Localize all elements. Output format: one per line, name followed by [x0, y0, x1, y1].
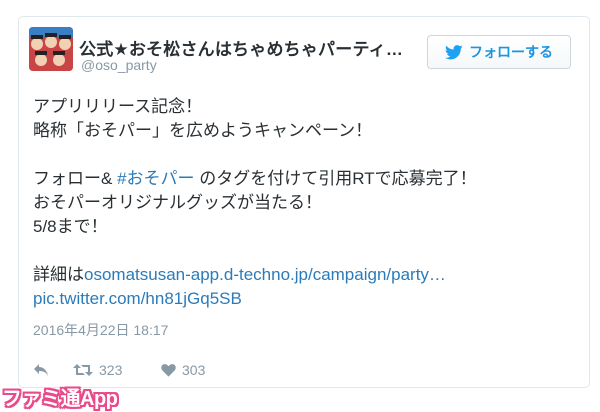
famitsu-app-watermark: ファミ通App: [2, 382, 118, 410]
tweet-text-segment: のタグを付けて引用RTで応募完了！: [194, 169, 477, 188]
follow-button[interactable]: フォローする: [427, 35, 571, 69]
tweet-timestamp[interactable]: 2016年4月22日 18:17: [33, 320, 168, 340]
retweet-icon: [73, 364, 93, 376]
avatar-image: [29, 27, 73, 71]
tweet-line: フォロー& #おそパー のタグを付けて引用RTで応募完了！: [33, 167, 573, 191]
reply-button[interactable]: [33, 363, 73, 377]
tweet-line: pic.twitter.com/hn81jGq5SB: [33, 287, 573, 311]
tweet-line: アプリリリース記念！: [33, 97, 203, 116]
tweet-text-segment: 詳細は: [33, 265, 84, 284]
retweet-button[interactable]: 323: [73, 362, 161, 378]
page: 公式★おそ松さんはちゃめちゃパーティ… @oso_party フォローする アプ…: [0, 0, 600, 412]
watermark-text: ファミ通App: [2, 387, 118, 410]
tweet-line: 5/8まで！: [33, 217, 108, 236]
tweet-card: 公式★おそ松さんはちゃめちゃパーティ… @oso_party フォローする アプ…: [18, 16, 590, 388]
pic-twitter-link[interactable]: pic.twitter.com/hn81jGq5SB: [33, 289, 242, 308]
user-handle[interactable]: @oso_party: [81, 57, 157, 73]
tweet-actions: 323 303: [33, 359, 205, 381]
retweet-count: 323: [99, 362, 123, 378]
like-count: 303: [182, 362, 206, 378]
tweet-line: 詳細はosomatsusan-app.d-techno.jp/campaign/…: [33, 263, 573, 287]
tweet-text-segment: フォロー&: [33, 169, 118, 188]
heart-icon: [161, 364, 176, 377]
tweet-line: おそパーオリジナルグッズが当たる！: [33, 193, 322, 212]
tweet-text: アプリリリース記念！ 略称「おそパー」を広めようキャンペーン！ フォロー& #お…: [33, 95, 573, 311]
tweet-line: 略称「おそパー」を広めようキャンペーン！: [33, 121, 373, 140]
like-button[interactable]: 303: [161, 362, 205, 378]
hashtag-link[interactable]: #おそパー: [117, 169, 194, 188]
campaign-url-link[interactable]: osomatsusan-app.d-techno.jp/campaign/par…: [84, 265, 446, 284]
reply-icon: [34, 364, 48, 376]
avatar[interactable]: [29, 27, 73, 71]
twitter-bird-icon: [445, 44, 463, 59]
follow-button-label: フォローする: [469, 44, 553, 60]
